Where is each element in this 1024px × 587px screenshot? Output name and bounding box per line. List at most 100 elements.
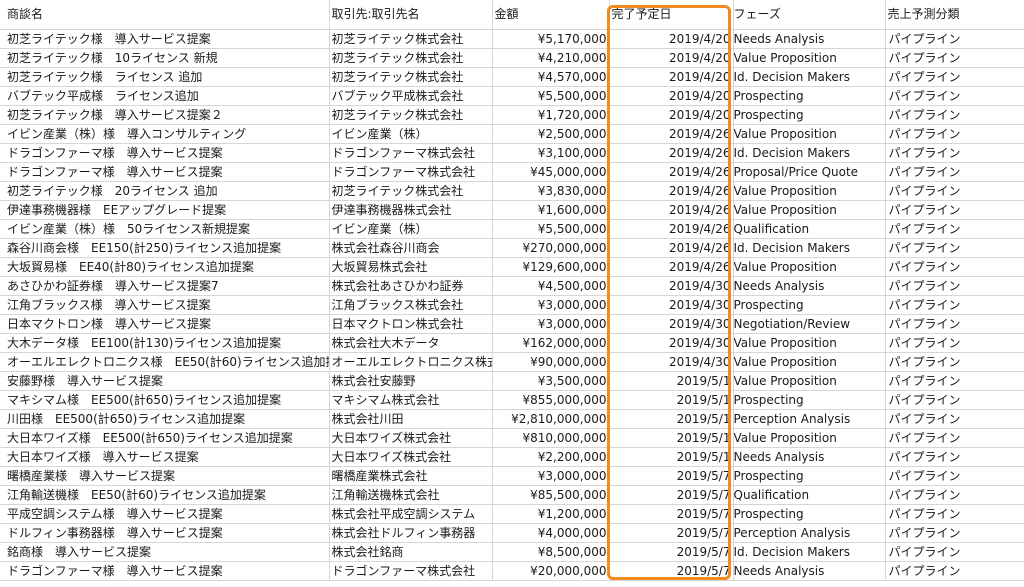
- opportunity-name-cell[interactable]: 川田様 EE500(計650)ライセンス追加提案: [0, 409, 330, 429]
- opportunity-name-cell[interactable]: ドルフィン事務器様 導入サービス提案: [0, 523, 330, 543]
- amount-cell[interactable]: ¥3,000,000: [492, 466, 610, 486]
- opportunity-name-cell[interactable]: 曙橋産業様 導入サービス提案: [0, 466, 330, 486]
- stage-cell[interactable]: Prospecting: [733, 504, 886, 524]
- opportunity-name-cell[interactable]: バブテック平成様 ライセンス追加: [0, 86, 330, 106]
- close-date-cell[interactable]: 2019/4/26: [609, 238, 734, 258]
- close-date-cell[interactable]: 2019/4/30: [609, 276, 734, 296]
- stage-cell[interactable]: Value Proposition: [733, 200, 886, 220]
- forecast-category-cell[interactable]: パイプライン: [885, 485, 1024, 505]
- opportunity-name-cell[interactable]: 大日本ワイズ様 EE500(計650)ライセンス追加提案: [0, 428, 330, 448]
- amount-cell[interactable]: ¥5,170,000: [492, 29, 610, 49]
- account-name-cell[interactable]: バブテック平成株式会社: [329, 86, 493, 106]
- stage-cell[interactable]: Id. Decision Makers: [733, 542, 886, 562]
- forecast-category-cell[interactable]: パイプライン: [885, 466, 1024, 486]
- close-date-cell[interactable]: 2019/4/26: [609, 181, 734, 201]
- opportunity-name-cell[interactable]: ドラゴンファーマ様 導入サービス提案: [0, 143, 330, 163]
- amount-cell[interactable]: ¥45,000,000: [492, 162, 610, 182]
- header-cell-account-name[interactable]: 取引先:取引先名: [329, 0, 493, 30]
- account-name-cell[interactable]: ドラゴンファーマ株式会社: [329, 561, 493, 581]
- opportunity-name-cell[interactable]: あさひかわ証券様 導入サービス提案7: [0, 276, 330, 296]
- close-date-cell[interactable]: 2019/4/30: [609, 352, 734, 372]
- stage-cell[interactable]: Value Proposition: [733, 181, 886, 201]
- stage-cell[interactable]: Id. Decision Makers: [733, 143, 886, 163]
- close-date-cell[interactable]: 2019/4/20: [609, 67, 734, 87]
- forecast-category-cell[interactable]: パイプライン: [885, 333, 1024, 353]
- amount-cell[interactable]: ¥129,600,000: [492, 257, 610, 277]
- forecast-category-cell[interactable]: パイプライン: [885, 257, 1024, 277]
- close-date-cell[interactable]: 2019/5/7: [609, 466, 734, 486]
- close-date-cell[interactable]: 2019/5/1: [609, 390, 734, 410]
- opportunity-name-cell[interactable]: 初芝ライテック様 10ライセンス 新規: [0, 48, 330, 68]
- amount-cell[interactable]: ¥90,000,000: [492, 352, 610, 372]
- stage-cell[interactable]: Prospecting: [733, 295, 886, 315]
- opportunity-name-cell[interactable]: イビン産業（株）様 導入コンサルティング: [0, 124, 330, 144]
- opportunity-name-cell[interactable]: ドラゴンファーマ様 導入サービス提案: [0, 162, 330, 182]
- forecast-category-cell[interactable]: パイプライン: [885, 390, 1024, 410]
- close-date-cell[interactable]: 2019/4/30: [609, 333, 734, 353]
- stage-cell[interactable]: Prospecting: [733, 390, 886, 410]
- account-name-cell[interactable]: 曙橋産業株式会社: [329, 466, 493, 486]
- close-date-cell[interactable]: 2019/4/26: [609, 257, 734, 277]
- amount-cell[interactable]: ¥4,500,000: [492, 276, 610, 296]
- stage-cell[interactable]: Needs Analysis: [733, 276, 886, 296]
- close-date-cell[interactable]: 2019/4/30: [609, 295, 734, 315]
- amount-cell[interactable]: ¥85,500,000: [492, 485, 610, 505]
- stage-cell[interactable]: Value Proposition: [733, 48, 886, 68]
- amount-cell[interactable]: ¥3,500,000: [492, 371, 610, 391]
- close-date-cell[interactable]: 2019/5/7: [609, 485, 734, 505]
- amount-cell[interactable]: ¥4,570,000: [492, 67, 610, 87]
- forecast-category-cell[interactable]: パイプライン: [885, 504, 1024, 524]
- close-date-cell[interactable]: 2019/4/20: [609, 86, 734, 106]
- amount-cell[interactable]: ¥5,500,000: [492, 86, 610, 106]
- account-name-cell[interactable]: オーエルエレクトロニクス株式: [329, 352, 493, 372]
- opportunity-name-cell[interactable]: 初芝ライテック様 ライセンス 追加: [0, 67, 330, 87]
- close-date-cell[interactable]: 2019/4/26: [609, 143, 734, 163]
- close-date-cell[interactable]: 2019/5/1: [609, 428, 734, 448]
- account-name-cell[interactable]: ドラゴンファーマ株式会社: [329, 162, 493, 182]
- forecast-category-cell[interactable]: パイプライン: [885, 523, 1024, 543]
- stage-cell[interactable]: Needs Analysis: [733, 29, 886, 49]
- account-name-cell[interactable]: 株式会社平成空調システム: [329, 504, 493, 524]
- header-cell-amount[interactable]: 金額: [492, 0, 610, 30]
- forecast-category-cell[interactable]: パイプライン: [885, 162, 1024, 182]
- stage-cell[interactable]: Prospecting: [733, 86, 886, 106]
- stage-cell[interactable]: Perception Analysis: [733, 409, 886, 429]
- opportunity-name-cell[interactable]: 平成空調システム様 導入サービス提案: [0, 504, 330, 524]
- amount-cell[interactable]: ¥2,200,000: [492, 447, 610, 467]
- forecast-category-cell[interactable]: パイプライン: [885, 409, 1024, 429]
- account-name-cell[interactable]: イビン産業（株）: [329, 124, 493, 144]
- opportunity-name-cell[interactable]: 大日本ワイズ様 導入サービス提案: [0, 447, 330, 467]
- amount-cell[interactable]: ¥1,720,000: [492, 105, 610, 125]
- forecast-category-cell[interactable]: パイプライン: [885, 238, 1024, 258]
- forecast-category-cell[interactable]: パイプライン: [885, 143, 1024, 163]
- stage-cell[interactable]: Perception Analysis: [733, 523, 886, 543]
- opportunity-name-cell[interactable]: 江角輸送機様 EE50(計60)ライセンス追加提案: [0, 485, 330, 505]
- amount-cell[interactable]: ¥20,000,000: [492, 561, 610, 581]
- stage-cell[interactable]: Value Proposition: [733, 257, 886, 277]
- account-name-cell[interactable]: 初芝ライテック株式会社: [329, 67, 493, 87]
- stage-cell[interactable]: Prospecting: [733, 105, 886, 125]
- header-cell-opportunity-name[interactable]: 商談名: [0, 0, 330, 30]
- account-name-cell[interactable]: マキシマム株式会社: [329, 390, 493, 410]
- stage-cell[interactable]: Prospecting: [733, 466, 886, 486]
- account-name-cell[interactable]: 株式会社川田: [329, 409, 493, 429]
- amount-cell[interactable]: ¥162,000,000: [492, 333, 610, 353]
- stage-cell[interactable]: Value Proposition: [733, 352, 886, 372]
- amount-cell[interactable]: ¥1,200,000: [492, 504, 610, 524]
- account-name-cell[interactable]: 大坂貿易株式会社: [329, 257, 493, 277]
- account-name-cell[interactable]: 株式会社安藤野: [329, 371, 493, 391]
- account-name-cell[interactable]: 江角輸送機株式会社: [329, 485, 493, 505]
- forecast-category-cell[interactable]: パイプライン: [885, 86, 1024, 106]
- stage-cell[interactable]: Value Proposition: [733, 333, 886, 353]
- forecast-category-cell[interactable]: パイプライン: [885, 542, 1024, 562]
- opportunity-name-cell[interactable]: 安藤野様 導入サービス提案: [0, 371, 330, 391]
- header-cell-close-date[interactable]: 完了予定日: [609, 0, 734, 30]
- close-date-cell[interactable]: 2019/5/1: [609, 371, 734, 391]
- opportunity-name-cell[interactable]: 大坂貿易様 EE40(計80)ライセンス追加提案: [0, 257, 330, 277]
- close-date-cell[interactable]: 2019/4/30: [609, 314, 734, 334]
- opportunity-name-cell[interactable]: 大木データ様 EE100(計130)ライセンス追加提案: [0, 333, 330, 353]
- close-date-cell[interactable]: 2019/4/26: [609, 219, 734, 239]
- close-date-cell[interactable]: 2019/4/20: [609, 105, 734, 125]
- stage-cell[interactable]: Id. Decision Makers: [733, 238, 886, 258]
- forecast-category-cell[interactable]: パイプライン: [885, 447, 1024, 467]
